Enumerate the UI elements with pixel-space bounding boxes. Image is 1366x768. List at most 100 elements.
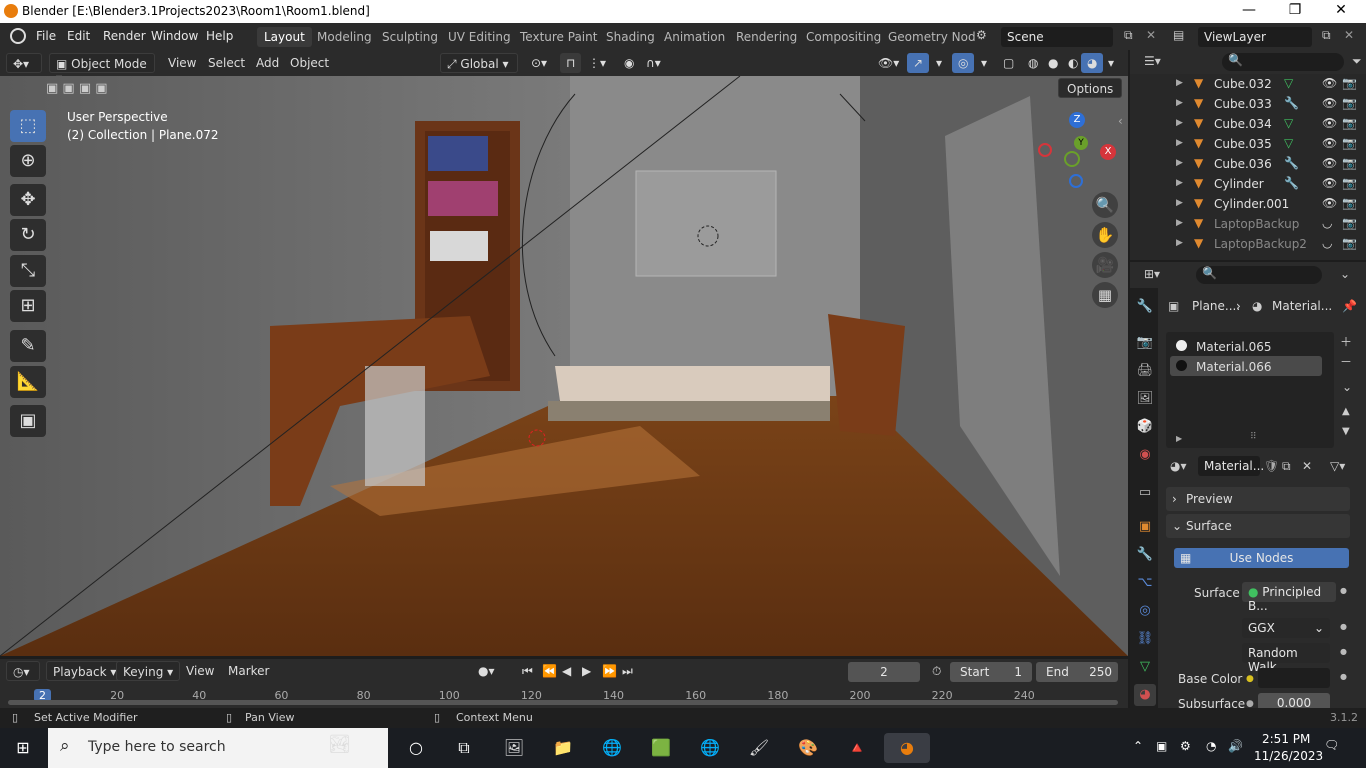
vlc-icon[interactable]: 🔺: [842, 733, 872, 763]
add-slot-icon[interactable]: ＋: [1340, 333, 1352, 350]
fake-user-icon[interactable]: 🛡: [1264, 459, 1279, 473]
gizmo-neg-x-axis[interactable]: [1038, 143, 1052, 157]
expand-arrow-icon[interactable]: ▶: [1176, 198, 1183, 208]
3d-viewport[interactable]: User Perspective (2) Collection | Plane.…: [0, 76, 1128, 656]
gizmo-neg-y-axis[interactable]: [1064, 151, 1080, 167]
visibility-eye-icon[interactable]: ◡: [1322, 236, 1332, 250]
maximize-button[interactable]: ❐: [1272, 2, 1318, 18]
visibility-eye-icon[interactable]: 👁: [1322, 96, 1337, 110]
visibility-icon[interactable]: 👁▾: [872, 53, 905, 73]
orientation-selector[interactable]: ⤢ Global ▾: [440, 53, 518, 73]
shading-dropdown-icon[interactable]: ▾: [1102, 53, 1120, 73]
start-frame-field[interactable]: Start 1: [950, 662, 1032, 682]
pivot-icon[interactable]: ⊙▾: [525, 53, 553, 73]
physics-tab-icon[interactable]: ◎: [1134, 600, 1156, 622]
auto-keying-icon[interactable]: ●▾: [472, 661, 501, 681]
menu-view[interactable]: View: [162, 53, 202, 73]
outliner-row[interactable]: ▶ ▼ Cube.032 ▽ 👁 📷: [1130, 74, 1366, 94]
tab-sculpting[interactable]: Sculpting: [375, 27, 445, 47]
list-expand-icon[interactable]: ▶: [1176, 434, 1182, 443]
preview-range-icon[interactable]: ⏱: [926, 661, 947, 681]
menu-add[interactable]: Add: [250, 53, 285, 73]
distribution-dropdown[interactable]: GGX ⌄: [1242, 618, 1330, 638]
annotate-tool[interactable]: ✎: [10, 330, 46, 362]
new-view-layer-icon[interactable]: ⧉: [1322, 28, 1331, 43]
minecraft-icon[interactable]: 🟩: [646, 733, 676, 763]
outliner-editor-icon[interactable]: ☰▾: [1144, 54, 1161, 68]
select-mode-icons[interactable]: ▣ ▣ ▣ ▣: [46, 81, 140, 99]
sidebar-toggle-icon[interactable]: ‹: [1118, 114, 1123, 128]
scale-tool[interactable]: ⤡: [10, 255, 46, 287]
tab-geometry-nodes[interactable]: Geometry Nod: [881, 27, 983, 47]
material-name-field[interactable]: Material...: [1198, 456, 1264, 476]
keyframe-dot-icon[interactable]: ●: [1340, 672, 1347, 681]
move-slot-up-icon[interactable]: ▲: [1342, 406, 1350, 417]
rendered-shading-icon[interactable]: ◕: [1081, 53, 1104, 73]
outliner-row[interactable]: ▶ ▼ Cube.033 🔧 👁 📷: [1130, 94, 1366, 114]
expand-arrow-icon[interactable]: ▶: [1176, 178, 1183, 188]
ortho-grid-icon[interactable]: ▦: [1092, 282, 1118, 308]
object-tab-icon[interactable]: ▣: [1134, 516, 1156, 538]
modifier-icon[interactable]: 🔧: [1284, 156, 1299, 170]
editor-type-icon[interactable]: ✥▾: [6, 53, 42, 73]
falloff-icon[interactable]: ∩▾: [640, 53, 667, 73]
tab-modeling[interactable]: Modeling: [310, 27, 379, 47]
photos-app-icon[interactable]: 🖼: [499, 733, 529, 763]
modifier-icon[interactable]: ▽: [1284, 136, 1293, 150]
paint-app-icon[interactable]: 🖌: [744, 733, 774, 763]
remove-slot-icon[interactable]: －: [1340, 353, 1352, 370]
add-cube-tool[interactable]: ▣: [10, 405, 46, 437]
tab-layout[interactable]: Layout: [257, 27, 312, 47]
chrome-icon[interactable]: 🌐: [597, 733, 627, 763]
play-icon[interactable]: ▶: [576, 661, 597, 681]
menu-help[interactable]: Help: [206, 29, 233, 43]
view-layer-selector[interactable]: ViewLayer: [1198, 27, 1312, 47]
menu-render[interactable]: Render: [103, 29, 146, 43]
delete-scene-icon[interactable]: ✕: [1146, 28, 1156, 42]
render-camera-icon[interactable]: 📷: [1342, 116, 1357, 130]
preview-panel-header[interactable]: › Preview: [1166, 487, 1350, 511]
visibility-eye-icon[interactable]: ◡: [1322, 216, 1332, 230]
use-nodes-button[interactable]: ▦ Use Nodes: [1174, 548, 1349, 568]
menu-file[interactable]: File: [36, 29, 56, 43]
timeline-view-menu[interactable]: View: [180, 661, 220, 681]
frame-ruler[interactable]: 2 20 40 60 80 100 120 140 160 180 200 220 240: [0, 687, 1128, 708]
expand-arrow-icon[interactable]: ▶: [1176, 238, 1183, 248]
modifier-icon[interactable]: ▽: [1284, 76, 1293, 90]
clock-time[interactable]: 2:51 PM: [1262, 732, 1310, 746]
chrome-profile-icon[interactable]: 🌐: [695, 733, 725, 763]
gizmo-y-axis[interactable]: Y: [1074, 136, 1088, 150]
output-tab-icon[interactable]: 🖨: [1134, 360, 1156, 382]
windows-start-icon[interactable]: ⊞: [8, 733, 38, 763]
pan-hand-icon[interactable]: ✋: [1092, 222, 1118, 248]
gizmo-dropdown-icon[interactable]: ▾: [930, 53, 948, 73]
outliner-row[interactable]: ▶ ▼ LaptopBackup2 ◡ 📷: [1130, 234, 1366, 254]
duplicate-material-icon[interactable]: ⧉: [1282, 459, 1291, 474]
volume-icon[interactable]: 🔊: [1228, 739, 1243, 753]
keying-menu[interactable]: Keying ▾: [116, 661, 181, 681]
blender-taskbar-icon[interactable]: ◕: [884, 733, 930, 763]
xray-icon[interactable]: ▢: [997, 53, 1020, 73]
menu-edit[interactable]: Edit: [67, 29, 90, 43]
zoom-icon[interactable]: 🔍: [1092, 192, 1118, 218]
tab-uv-editing[interactable]: UV Editing: [441, 27, 518, 47]
surface-panel-header[interactable]: ⌄ Surface: [1166, 514, 1350, 538]
outliner-search[interactable]: 🔍: [1222, 53, 1344, 71]
scene-tab-icon[interactable]: 🎲: [1134, 416, 1156, 438]
modifier-tab-icon[interactable]: 🔧: [1134, 544, 1156, 566]
constraints-tab-icon[interactable]: ⛓: [1134, 628, 1156, 650]
filter-icon[interactable]: ⏷: [1352, 54, 1362, 69]
timeline-marker-menu[interactable]: Marker: [222, 661, 275, 681]
tab-animation[interactable]: Animation: [657, 27, 732, 47]
properties-search[interactable]: 🔍: [1196, 266, 1322, 284]
tab-compositing[interactable]: Compositing: [799, 27, 888, 47]
outliner-row[interactable]: ▶ ▼ Cylinder 🔧 👁 📷: [1130, 174, 1366, 194]
tab-shading[interactable]: Shading: [599, 27, 662, 47]
playback-menu[interactable]: Playback ▾: [46, 661, 124, 681]
collection-tab-icon[interactable]: ▭: [1134, 482, 1156, 504]
visibility-eye-icon[interactable]: 👁: [1322, 76, 1337, 90]
modifier-icon[interactable]: 🔧: [1284, 176, 1299, 190]
render-tab-icon[interactable]: 📷: [1134, 332, 1156, 354]
outliner-row[interactable]: ▶ ▼ Cube.035 ▽ 👁 📷: [1130, 134, 1366, 154]
wifi-icon[interactable]: ◔: [1206, 739, 1216, 753]
